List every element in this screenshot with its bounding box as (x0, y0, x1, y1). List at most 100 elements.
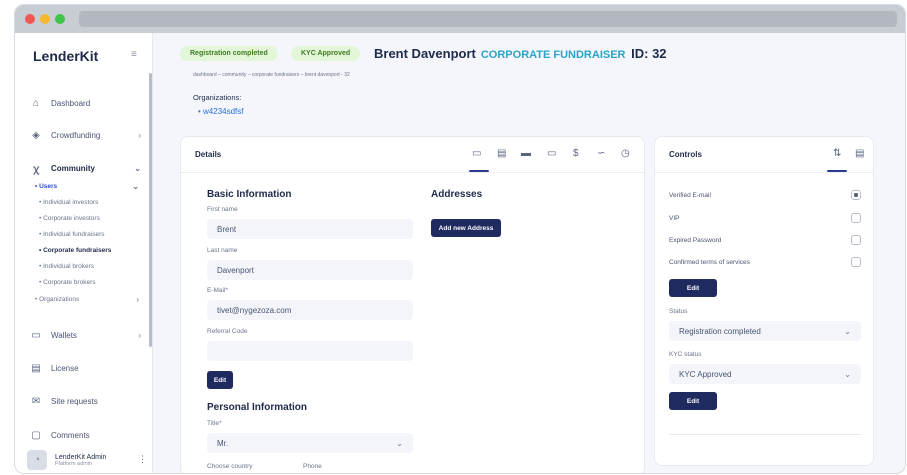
sidebar-item-dashboard[interactable]: ⌂ Dashboard (29, 95, 141, 111)
breadcrumb[interactable]: dashboard – community – corporate fundra… (193, 72, 350, 78)
sidebar-link-individual-brokers[interactable]: • Individual brokers (39, 261, 94, 272)
sidebar-link-corporate-fundraisers[interactable]: • Corporate fundraisers (39, 245, 111, 256)
chevron-right-icon: › (136, 295, 139, 304)
sidebar-subitem-label: Users (39, 183, 58, 190)
vip-row[interactable]: VIP (669, 212, 861, 224)
window-titlebar (15, 5, 905, 33)
kyc-status-select[interactable]: KYC Approved ⌄ (669, 364, 861, 384)
sidebar-collapse-icon[interactable]: ≡ (131, 49, 137, 60)
sidebar-item-label: Dashboard (51, 98, 91, 108)
app-logo[interactable]: LenderKit (33, 48, 98, 64)
document-icon[interactable]: ▤ (497, 148, 506, 159)
clock-icon[interactable]: ◷ (621, 148, 630, 159)
document-icon: ▤ (31, 362, 41, 374)
document-icon[interactable]: ▤ (855, 148, 864, 159)
comment-icon: ▢ (31, 429, 41, 441)
sliders-icon[interactable]: ⇅ (833, 148, 841, 159)
organization-link-text: w4234sdfsf (203, 107, 244, 116)
sidebar-link-individual-fundraisers[interactable]: • Individual fundraisers (39, 229, 105, 240)
layers-icon: ◈ (32, 129, 40, 141)
email-field[interactable]: tivet@nygezoza.com (207, 300, 413, 320)
referral-code-field[interactable] (207, 341, 413, 361)
verified-email-label: Verified E-mail (669, 191, 711, 199)
status-badge-kyc: KYC Approved (291, 46, 361, 61)
expired-password-row[interactable]: Expired Password (669, 234, 861, 246)
link-label: Individual investors (43, 199, 99, 206)
expired-password-checkbox[interactable] (851, 235, 861, 245)
sidebar-item-label: Site requests (51, 396, 98, 406)
id-card-icon[interactable]: ▭ (472, 148, 481, 159)
title-label: Title* (207, 420, 222, 427)
user-id: ID: 32 (631, 46, 667, 61)
chevron-down-icon: ⌄ (396, 438, 403, 448)
kebab-menu-icon[interactable]: ⋮ (138, 454, 147, 465)
details-title: Details (195, 150, 222, 159)
sidebar-item-label: Wallets (51, 330, 77, 340)
chevron-down-icon: ⌄ (844, 369, 851, 379)
controls-card: Controls ⇅ ▤ Verified E-mail VIP Expired… (654, 136, 874, 466)
minimize-window-icon[interactable] (40, 14, 50, 24)
status-select-value: Registration completed (679, 326, 761, 336)
chevron-right-icon: › (138, 330, 141, 340)
add-address-button[interactable]: Add new Address (431, 219, 501, 237)
sidebar-item-license[interactable]: ▤ License (29, 360, 141, 376)
expired-password-label: Expired Password (669, 236, 722, 244)
sidebar-item-site-requests[interactable]: ✉ Site requests (29, 393, 141, 409)
edit-basic-info-button[interactable]: Edit (207, 371, 233, 389)
chevron-right-icon: › (138, 130, 141, 140)
dollar-icon[interactable]: $ (573, 148, 579, 159)
edit-status-button[interactable]: Edit (669, 392, 717, 410)
sidebar-item-comments[interactable]: ▢ Comments (29, 427, 141, 443)
main-content: Registration completed KYC Approved Bren… (154, 33, 905, 473)
verified-email-checkbox[interactable] (851, 190, 861, 200)
sidebar-subitem-organizations[interactable]: • Organizations › (35, 294, 139, 305)
close-window-icon[interactable] (25, 14, 35, 24)
title-select-value: Mr. (217, 438, 229, 448)
sidebar-link-individual-investors[interactable]: • Individual investors (39, 197, 98, 208)
vip-checkbox[interactable] (851, 213, 861, 223)
terms-checkbox[interactable] (851, 257, 861, 267)
credit-card-icon[interactable]: ▬ (521, 148, 531, 159)
user-name: LenderKit Admin (55, 453, 107, 461)
country-label: Choose country (207, 463, 253, 470)
edit-controls-button[interactable]: Edit (669, 279, 717, 297)
sidebar-item-crowdfunding[interactable]: ◈ Crowdfunding › (29, 127, 141, 143)
sidebar-item-wallets[interactable]: ▭ Wallets › (29, 327, 141, 343)
terms-row[interactable]: Confirmed terms of services (669, 256, 861, 268)
address-bar[interactable] (79, 11, 897, 27)
addresses-title: Addresses (431, 189, 483, 200)
handshake-icon[interactable]: ∽ (597, 148, 605, 159)
organizations-label: Organizations: (193, 93, 242, 102)
sidebar-scrollbar[interactable] (149, 73, 152, 347)
kyc-status-label: KYC status (669, 351, 702, 358)
sidebar-subitem-users[interactable]: • Users ⌄ (35, 181, 139, 192)
referral-code-label: Referral Code (207, 328, 248, 335)
users-icon: ꭓ (33, 164, 39, 175)
verified-email-row[interactable]: Verified E-mail (669, 189, 861, 201)
maximize-window-icon[interactable] (55, 14, 65, 24)
browser-window: LenderKit ≡ ⌂ Dashboard ◈ Crowdfunding ›… (14, 4, 906, 474)
current-user[interactable]: ◔ LenderKit Admin Platform admin ⋮ (27, 448, 147, 472)
first-name-field[interactable]: Brent (207, 219, 413, 239)
mail-icon: ✉ (31, 395, 41, 407)
last-name-field[interactable]: Davenport (207, 260, 413, 280)
sidebar-link-corporate-brokers[interactable]: • Corporate brokers (39, 277, 95, 288)
avatar: ◔ (27, 450, 47, 470)
kyc-status-select-value: KYC Approved (679, 369, 732, 379)
user-full-name: Brent Davenport (374, 46, 476, 61)
link-label: Corporate brokers (43, 279, 96, 286)
active-tab-indicator (827, 170, 847, 172)
page-title: Brent Davenport CORPORATE FUNDRAISER ID: … (374, 46, 667, 61)
title-select[interactable]: Mr. ⌄ (207, 433, 413, 453)
sidebar-link-corporate-investors[interactable]: • Corporate investors (39, 213, 100, 224)
details-header: Details ▭ ▤ ▬ ▭ $ ∽ ◷ (181, 137, 644, 173)
user-role-label: CORPORATE FUNDRAISER (480, 49, 626, 61)
status-label: Status (669, 308, 688, 315)
sidebar-item-community[interactable]: ꭓ Community ⌄ (29, 160, 141, 176)
status-select[interactable]: Registration completed ⌄ (669, 321, 861, 341)
sidebar-item-label: Crowdfunding (51, 130, 101, 140)
divider (669, 434, 861, 435)
card-icon[interactable]: ▭ (547, 148, 556, 159)
organization-link[interactable]: • w4234sdfsf (198, 107, 244, 116)
vip-label: VIP (669, 214, 680, 222)
